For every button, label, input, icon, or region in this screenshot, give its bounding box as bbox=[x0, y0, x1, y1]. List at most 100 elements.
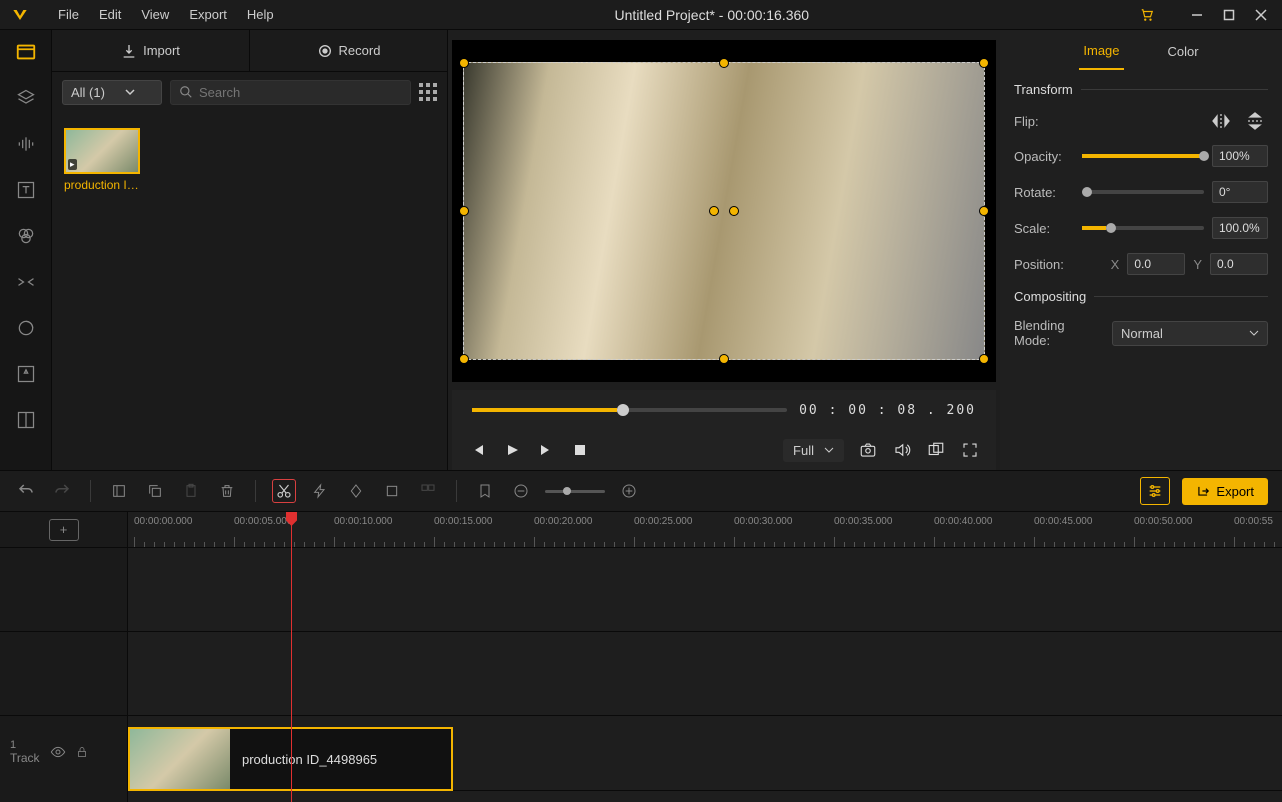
rotate-value[interactable]: 0° bbox=[1212, 181, 1268, 203]
media-filter-dropdown[interactable]: All (1) bbox=[62, 80, 162, 105]
copy-button[interactable] bbox=[143, 479, 167, 503]
tab-image[interactable]: Image bbox=[1079, 33, 1123, 70]
stop-button[interactable] bbox=[570, 440, 590, 460]
menu-file[interactable]: File bbox=[48, 7, 89, 22]
blend-mode-select[interactable]: Normal bbox=[1112, 321, 1268, 346]
ruler-mark: 00:00:35.000 bbox=[834, 516, 892, 527]
maximize-button[interactable] bbox=[1222, 8, 1236, 22]
redo-button[interactable] bbox=[50, 479, 74, 503]
effects-icon[interactable] bbox=[14, 316, 38, 340]
media-item[interactable]: production I… bbox=[64, 128, 144, 192]
search-input[interactable] bbox=[199, 85, 402, 100]
grid-button[interactable] bbox=[416, 479, 440, 503]
zoom-dropdown[interactable]: Full bbox=[783, 439, 844, 462]
layers-icon[interactable] bbox=[14, 86, 38, 110]
tab-color[interactable]: Color bbox=[1164, 34, 1203, 69]
next-frame-button[interactable] bbox=[536, 440, 556, 460]
track-header: 1 Track bbox=[0, 716, 127, 788]
menu-edit[interactable]: Edit bbox=[89, 7, 131, 22]
opacity-value[interactable]: 100% bbox=[1212, 145, 1268, 167]
timeline-ruler[interactable]: 00:00:00.00000:00:05.00000:00:10.00000:0… bbox=[128, 512, 1282, 548]
split-button[interactable] bbox=[272, 479, 296, 503]
add-track-button[interactable]: + bbox=[49, 519, 79, 541]
cart-icon[interactable] bbox=[1140, 8, 1154, 22]
media-item-label: production I… bbox=[64, 178, 144, 192]
grid-view-icon[interactable] bbox=[419, 83, 437, 101]
ruler-mark: 00:00:45.000 bbox=[1034, 516, 1092, 527]
scrub-track[interactable] bbox=[472, 408, 787, 412]
flip-vertical-button[interactable] bbox=[1242, 111, 1268, 131]
delete-button[interactable] bbox=[215, 479, 239, 503]
audio-icon[interactable] bbox=[14, 132, 38, 156]
menu-help[interactable]: Help bbox=[237, 7, 284, 22]
record-tab[interactable]: Record bbox=[250, 30, 447, 71]
play-button[interactable] bbox=[502, 440, 522, 460]
ruler-mark: 00:00:25.000 bbox=[634, 516, 692, 527]
minimize-button[interactable] bbox=[1190, 8, 1204, 22]
blend-label: Blending Mode: bbox=[1014, 318, 1104, 348]
keyframe-button[interactable] bbox=[344, 479, 368, 503]
detach-icon[interactable] bbox=[926, 440, 946, 460]
cut-button[interactable] bbox=[107, 479, 131, 503]
timecode: 00 : 00 : 08 . 200 bbox=[799, 403, 976, 418]
media-filter-value: All (1) bbox=[71, 85, 105, 100]
snapshot-icon[interactable] bbox=[858, 440, 878, 460]
properties-panel: Image Color Transform Flip: Opacity: 100… bbox=[1000, 30, 1282, 470]
rotate-label: Rotate: bbox=[1014, 185, 1074, 200]
rotate-slider[interactable] bbox=[1082, 190, 1204, 194]
undo-button[interactable] bbox=[14, 479, 38, 503]
position-y[interactable]: 0.0 bbox=[1210, 253, 1268, 275]
crop-button[interactable] bbox=[380, 479, 404, 503]
marker-button[interactable] bbox=[473, 479, 497, 503]
zoom-out-button[interactable] bbox=[509, 479, 533, 503]
opacity-label: Opacity: bbox=[1014, 149, 1074, 164]
zoom-in-button[interactable] bbox=[617, 479, 641, 503]
position-x[interactable]: 0.0 bbox=[1127, 253, 1185, 275]
fullscreen-icon[interactable] bbox=[960, 440, 980, 460]
scale-label: Scale: bbox=[1014, 221, 1074, 236]
prev-frame-button[interactable] bbox=[468, 440, 488, 460]
position-label: Position: bbox=[1014, 257, 1074, 272]
transitions-icon[interactable] bbox=[14, 270, 38, 294]
menu-view[interactable]: View bbox=[131, 7, 179, 22]
filters-icon[interactable] bbox=[14, 224, 38, 248]
ruler-mark: 00:00:50.000 bbox=[1134, 516, 1192, 527]
flip-horizontal-button[interactable] bbox=[1208, 111, 1234, 131]
media-library-icon[interactable] bbox=[14, 40, 38, 64]
media-thumbnail bbox=[64, 128, 140, 174]
timeline-toolbar: Export bbox=[0, 470, 1282, 512]
import-label: Import bbox=[143, 43, 180, 58]
ruler-mark: 00:00:20.000 bbox=[534, 516, 592, 527]
volume-icon[interactable] bbox=[892, 440, 912, 460]
text-icon[interactable] bbox=[14, 178, 38, 202]
playhead[interactable] bbox=[291, 512, 292, 802]
window-title: Untitled Project* - 00:00:16.360 bbox=[284, 7, 1140, 23]
opacity-slider[interactable] bbox=[1082, 154, 1204, 158]
paste-button[interactable] bbox=[179, 479, 203, 503]
compositing-header: Compositing bbox=[1014, 289, 1268, 304]
scale-value[interactable]: 100.0% bbox=[1212, 217, 1268, 239]
pos-y-label: Y bbox=[1193, 257, 1202, 272]
ruler-mark: 00:00:30.000 bbox=[734, 516, 792, 527]
pos-x-label: X bbox=[1111, 257, 1120, 272]
zoom-slider[interactable] bbox=[545, 490, 605, 493]
close-button[interactable] bbox=[1254, 8, 1268, 22]
import-tab[interactable]: Import bbox=[52, 30, 250, 71]
ruler-mark: 00:00:55 bbox=[1234, 516, 1273, 527]
elements-icon[interactable] bbox=[14, 362, 38, 386]
titlebar: File Edit View Export Help Untitled Proj… bbox=[0, 0, 1282, 30]
media-panel: Import Record All (1) production I… bbox=[52, 30, 448, 470]
timeline: + 1 Track 00:00:00.00000:00:05.00000:00:… bbox=[0, 512, 1282, 802]
lock-icon[interactable] bbox=[76, 745, 88, 759]
split-icon[interactable] bbox=[14, 408, 38, 432]
search-box[interactable] bbox=[170, 80, 411, 105]
visibility-icon[interactable] bbox=[50, 744, 66, 760]
ruler-mark: 00:00:00.000 bbox=[134, 516, 192, 527]
scale-slider[interactable] bbox=[1082, 226, 1204, 230]
speed-button[interactable] bbox=[308, 479, 332, 503]
preview-stage[interactable] bbox=[452, 40, 996, 382]
preview-image[interactable] bbox=[463, 62, 985, 360]
settings-button[interactable] bbox=[1140, 477, 1170, 505]
export-button[interactable]: Export bbox=[1182, 478, 1268, 505]
menu-export[interactable]: Export bbox=[179, 7, 237, 22]
